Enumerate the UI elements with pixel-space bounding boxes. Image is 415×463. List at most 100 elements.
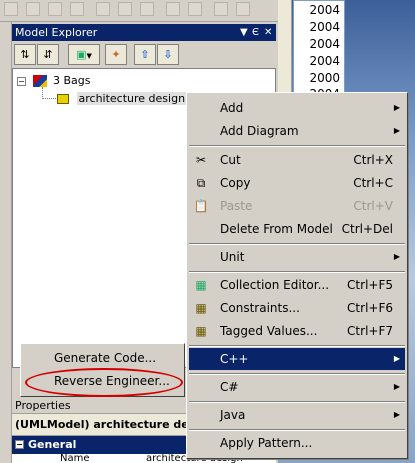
menu-item-collection-editor[interactable]: ▦ Collection Editor... Ctrl+F5 — [189, 274, 405, 296]
toolbar-button[interactable] — [48, 2, 62, 16]
menu-item-shortcut: Ctrl+Del — [341, 222, 393, 236]
submenu-arrow-icon: ▶ — [393, 354, 400, 363]
menu-item-shortcut: Ctrl+X — [353, 153, 393, 167]
menu-item-label: Java — [220, 408, 246, 422]
menu-item-label: Add Diagram — [220, 124, 299, 138]
year-cell: 2004 — [309, 3, 340, 17]
tree-connector — [42, 98, 56, 99]
submenu-arrow-icon: ▶ — [393, 382, 400, 391]
toolbar-button[interactable] — [4, 2, 18, 16]
toolbar-button[interactable] — [214, 2, 228, 16]
collection-editor-icon: ▦ — [195, 278, 207, 292]
menu-item-copy[interactable]: ⧉ Copy Ctrl+C — [189, 172, 405, 194]
tagged-values-icon: ▦ — [195, 324, 207, 338]
menu-item-label: Unit — [220, 250, 245, 264]
year-cell: 2004 — [309, 37, 340, 51]
menu-separator — [189, 271, 405, 273]
menu-separator — [189, 429, 405, 431]
submenu-arrow-icon: ▶ — [393, 103, 400, 112]
menu-item-label: Tagged Values... — [220, 324, 318, 338]
year-cell: 2004 — [309, 20, 340, 34]
collapse-icon[interactable]: − — [17, 76, 26, 86]
toolbar-button[interactable] — [26, 2, 40, 16]
menu-item-label: Copy — [220, 176, 251, 190]
add-element-button[interactable]: ▣▼ — [68, 44, 100, 65]
sort-descending-icon: ⇵ — [43, 48, 53, 61]
year-cell: 2000 — [309, 71, 340, 85]
menu-item-cut[interactable]: ✂ Cut Ctrl+X — [189, 149, 405, 171]
move-up-button[interactable]: ⇧ — [134, 44, 156, 65]
pin-icon[interactable]: Є — [252, 24, 259, 41]
properties-button[interactable]: ✦ — [105, 44, 127, 65]
toolbar-button[interactable] — [188, 2, 202, 16]
menu-item-label: Constraints... — [220, 301, 300, 315]
toolbar-button[interactable] — [96, 2, 110, 16]
menu-item-shortcut: Ctrl+C — [353, 176, 393, 190]
menu-separator — [189, 401, 405, 403]
collapse-icon[interactable]: − — [15, 440, 24, 449]
dropdown-icon[interactable]: ▼ — [240, 24, 248, 41]
menu-item-add[interactable]: Add ▶ — [189, 97, 405, 119]
constraints-icon: ▦ — [195, 301, 207, 315]
submenu-arrow-icon: ▶ — [393, 126, 400, 135]
tree-node-label: architecture design — [76, 92, 188, 105]
toolbar-button[interactable] — [118, 2, 132, 16]
tree-node-root[interactable]: − 3 Bags — [17, 73, 91, 89]
menu-item-label: Apply Pattern... — [220, 436, 313, 450]
menu-item-apply-pattern[interactable]: Apply Pattern... — [189, 432, 405, 454]
paste-icon: 📋 — [193, 199, 209, 213]
main-toolbar — [0, 0, 278, 22]
menu-item-shortcut: Ctrl+V — [353, 199, 393, 213]
toolbar-button[interactable] — [236, 2, 250, 16]
menu-item-unit[interactable]: Unit ▶ — [189, 246, 405, 268]
year-list: 2004 2004 2004 2004 2000 2004 — [293, 0, 345, 101]
menu-item-paste[interactable]: 📋 Paste Ctrl+V — [189, 195, 405, 217]
model-explorer-titlebar: Model Explorer ▼ Є ✕ — [12, 24, 276, 41]
wand-icon: ✦ — [111, 48, 121, 61]
menu-item-label: Cut — [220, 153, 241, 167]
year-cell: 2004 — [309, 54, 340, 68]
menu-item-label: C# — [220, 380, 239, 394]
move-down-button[interactable]: ⇩ — [157, 44, 179, 65]
add-element-icon: ▣ — [76, 48, 87, 61]
section-label: General — [28, 438, 77, 451]
menu-item-label: Collection Editor... — [220, 278, 330, 292]
arrow-down-icon: ⇩ — [163, 48, 173, 61]
menu-item-cpp[interactable]: C++ ▶ — [189, 348, 405, 370]
sort-ascending-button[interactable]: ⇅ — [14, 44, 36, 65]
model-icon — [57, 94, 69, 104]
scrollbar[interactable] — [278, 0, 292, 95]
sort-descending-button[interactable]: ⇵ — [37, 44, 59, 65]
submenu-arrow-icon: ▶ — [393, 252, 400, 261]
close-icon[interactable]: ✕ — [264, 24, 272, 41]
project-icon — [32, 75, 47, 87]
highlight-oval — [25, 368, 183, 397]
toolbar-button[interactable] — [140, 2, 154, 16]
menu-item-constraints[interactable]: ▦ Constraints... Ctrl+F6 — [189, 297, 405, 319]
context-menu: Add ▶ Add Diagram ▶ ✂ Cut Ctrl+X ⧉ Copy Ctrl+C… — [186, 92, 408, 459]
menu-separator — [189, 345, 405, 347]
copy-icon: ⧉ — [196, 176, 206, 190]
menu-item-add-diagram[interactable]: Add Diagram ▶ — [189, 120, 405, 142]
toolbar-button[interactable] — [166, 2, 180, 16]
property-name: Name — [60, 454, 90, 463]
menu-separator — [189, 145, 405, 147]
dock-gutter — [0, 22, 12, 463]
submenu-arrow-icon: ▶ — [393, 410, 400, 419]
tree-node-child[interactable]: architecture design — [57, 91, 188, 107]
menu-item-label: Delete From Model — [220, 222, 333, 236]
menu-item-label: Paste — [220, 199, 253, 213]
scissors-icon: ✂ — [195, 153, 207, 167]
menu-item-shortcut: Ctrl+F5 — [347, 278, 393, 292]
menu-item-java[interactable]: Java ▶ — [189, 404, 405, 426]
menu-item-label: C++ — [220, 352, 249, 366]
menu-item-generate-code[interactable]: Generate Code... — [23, 347, 183, 369]
menu-item-csharp[interactable]: C# ▶ — [189, 376, 405, 398]
model-explorer-title: Model Explorer — [15, 26, 98, 39]
toolbar-button[interactable] — [70, 2, 84, 16]
menu-item-delete-from-model[interactable]: Delete From Model Ctrl+Del — [189, 218, 405, 240]
menu-item-shortcut: Ctrl+F7 — [347, 324, 393, 338]
menu-item-label: Add — [220, 101, 244, 115]
explorer-toolbar: ⇅ ⇵ ▣▼ ✦ ⇧ ⇩ — [12, 41, 276, 68]
menu-item-tagged-values[interactable]: ▦ Tagged Values... Ctrl+F7 — [189, 320, 405, 342]
